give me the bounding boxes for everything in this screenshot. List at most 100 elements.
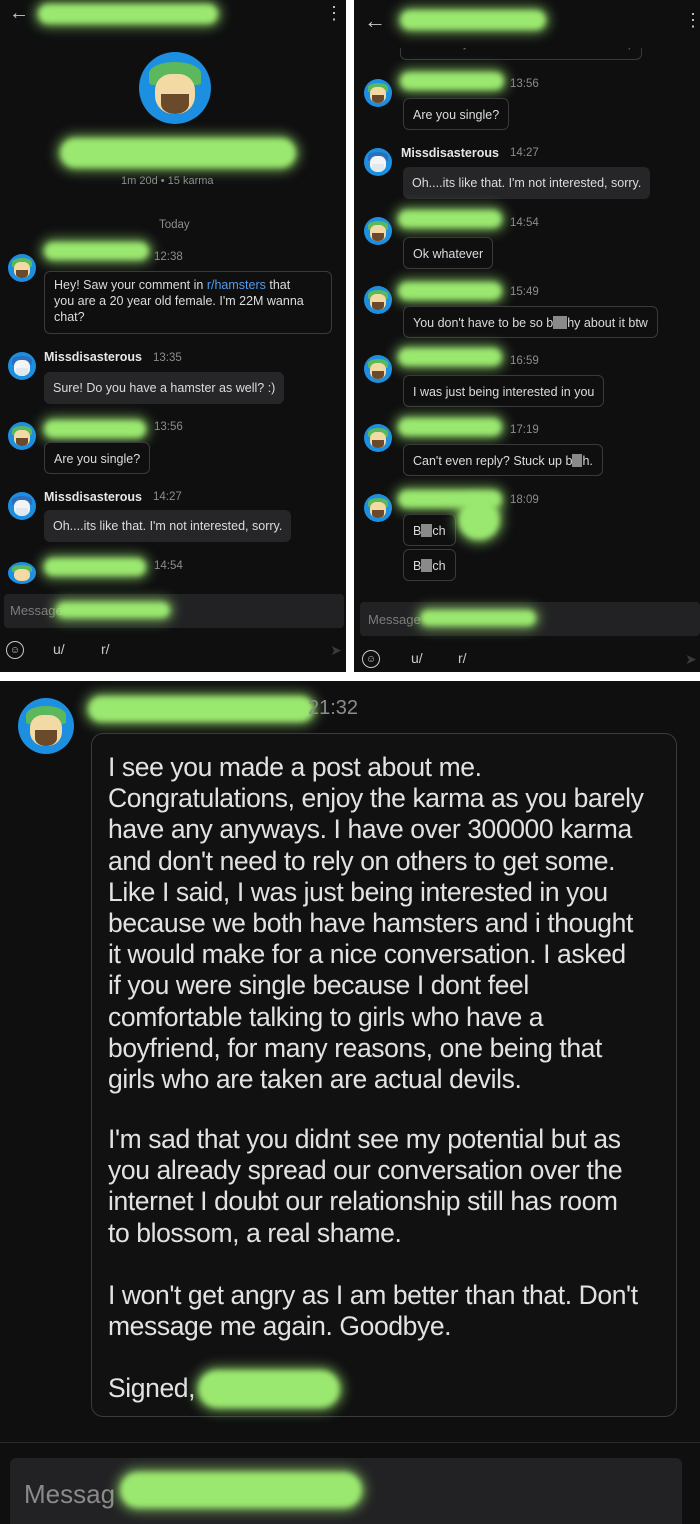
message-bubble[interactable]: Can't even reply? Stuck up b h. — [403, 444, 603, 476]
message-time: 14:27 — [153, 491, 182, 503]
redacted-profile-name — [60, 138, 296, 168]
message-bubble[interactable]: Bch — [403, 549, 456, 581]
redacted-sender — [398, 348, 502, 366]
message-line: to blossom, a real shame. — [108, 1217, 402, 1248]
emoji-icon[interactable]: ☺ — [362, 650, 380, 668]
redacted-sender — [44, 242, 149, 260]
message-bubble[interactable]: You don't have to be so b hy about it btw — [403, 306, 658, 338]
sender-avatar[interactable] — [364, 79, 392, 107]
message-input-placeholder: Message — [10, 603, 63, 618]
message-input-placeholder: Messag — [24, 1479, 116, 1509]
message-bubble[interactable]: Sure! Do you have a hamster as well? :) — [44, 372, 285, 404]
censor-block — [553, 316, 568, 329]
sender-name[interactable]: Missdisasterous — [44, 490, 142, 504]
profile-avatar[interactable] — [139, 52, 211, 124]
message-bubble[interactable]: Are you single? — [44, 442, 151, 474]
date-divider: Today — [159, 219, 190, 231]
message-time: 14:54 — [510, 217, 539, 229]
redacted-draft — [120, 1472, 362, 1508]
message-bubble[interactable]: Oh....its like that. I'm not interested,… — [403, 167, 651, 199]
redacted-overlay — [458, 500, 500, 540]
sender-avatar[interactable] — [8, 422, 36, 450]
redacted-sender — [398, 282, 502, 300]
message-bubble[interactable]: Oh....its like that. I'm not interested,… — [44, 510, 292, 542]
message-bubble[interactable]: Ok whatever — [403, 237, 494, 269]
back-arrow-icon[interactable]: ← — [6, 2, 32, 24]
message-line: boyfriend, for many reasons, one being t… — [108, 1032, 602, 1063]
sender-avatar[interactable] — [364, 286, 392, 314]
redacted-sender — [398, 418, 502, 436]
message-line: I won't get angry as I am better than th… — [108, 1280, 638, 1310]
message-line: Congratulations, enjoy the karma as you … — [108, 783, 644, 814]
emoji-icon[interactable]: ☺ — [6, 641, 24, 659]
message-time: 13:35 — [153, 352, 182, 364]
overflow-menu-icon[interactable]: ⋮ — [325, 2, 343, 24]
send-icon[interactable]: ➤ — [682, 650, 700, 668]
left-chat-screen: ← ⋮ 1m 20d • 15 karma Today 12:38 Hey! S… — [0, 0, 346, 672]
message-time: 13:56 — [154, 421, 183, 433]
send-icon[interactable]: ➤ — [326, 640, 346, 660]
redacted-sender — [44, 420, 146, 438]
message-line: message me again. Goodbye. — [108, 1311, 452, 1342]
redacted-sender — [88, 696, 314, 722]
message-text: hy about it btw — [567, 316, 648, 330]
message-line: I'm sad that you didnt see my potential … — [108, 1124, 621, 1154]
message-time: 18:09 — [510, 494, 539, 506]
right-chat-screen: ← ⋮ Sure! Do you have a hamster as well?… — [354, 0, 700, 672]
message-time: 15:49 — [510, 286, 539, 298]
sender-avatar[interactable] — [364, 494, 392, 522]
sender-avatar[interactable] — [364, 148, 392, 176]
sender-avatar[interactable] — [8, 562, 36, 584]
sender-name[interactable]: Missdisasterous — [401, 146, 499, 160]
sender-name[interactable]: Missdisasterous — [44, 350, 142, 364]
user-mention-button[interactable]: u/ — [53, 641, 65, 657]
redacted-draft — [56, 602, 170, 618]
message-signoff: Signed, — [108, 1373, 196, 1403]
sender-avatar[interactable] — [364, 355, 392, 383]
redacted-signature — [198, 1370, 340, 1408]
redacted-sender — [398, 210, 502, 228]
message-text: that — [265, 278, 291, 292]
redacted-sender — [44, 558, 146, 576]
message-bubble[interactable]: I was just being interested in you — [403, 375, 605, 407]
back-arrow-icon[interactable]: ← — [362, 8, 388, 34]
message-line: because we both have hamsters and i thou… — [108, 908, 633, 939]
message-line: if you were single because I dont feel — [108, 970, 529, 1001]
censor-block — [572, 454, 583, 467]
message-paragraph-1: I see you made a post about me. Congratu… — [108, 752, 673, 1095]
message-bubble[interactable]: Hey! Saw your comment in r/hamsters that… — [44, 271, 332, 334]
message-text: chat? — [54, 310, 85, 324]
message-time: 12:38 — [154, 251, 183, 263]
message-line: have any anyways. I have over 300000 kar… — [108, 814, 632, 845]
user-mention-button[interactable]: u/ — [411, 650, 423, 666]
sender-avatar[interactable] — [364, 424, 392, 452]
message-text: h. — [582, 454, 593, 468]
subreddit-mention-button[interactable]: r/ — [101, 641, 110, 657]
censor-block — [421, 524, 433, 537]
sender-avatar[interactable] — [18, 698, 74, 754]
censor-block — [421, 559, 433, 572]
message-line: and don't need to rely on others to get … — [108, 845, 616, 876]
message-line: I see you made a post about me. — [108, 752, 482, 782]
message-bubble[interactable]: Are you single? — [403, 98, 510, 130]
subreddit-link[interactable]: r/hamsters — [207, 278, 266, 292]
message-time: 17:19 — [510, 424, 539, 436]
sender-avatar[interactable] — [8, 492, 36, 520]
sender-avatar[interactable] — [8, 352, 36, 380]
message-line: internet I doubt our relationship still … — [108, 1186, 618, 1217]
message-line: girls who are taken are actual devils. — [108, 1064, 522, 1095]
message-text: You don't have to be so b — [413, 316, 554, 330]
message-time: 16:59 — [510, 355, 539, 367]
message-paragraph-3: I won't get angry as I am better than th… — [108, 1280, 673, 1342]
message-bubble-cutoff[interactable]: Sure! Do you have a hamster as well? :) — [400, 48, 643, 60]
sender-avatar[interactable] — [364, 217, 392, 245]
message-text: B — [413, 524, 422, 538]
message-text: ch — [432, 524, 446, 538]
message-text: Can't even reply? Stuck up b — [413, 454, 573, 468]
message-input[interactable]: Message — [4, 594, 344, 628]
message-line: comfortable talking to girls who have a — [108, 1001, 544, 1032]
message-bubble[interactable]: Bch — [403, 514, 456, 546]
overflow-menu-icon[interactable]: ⋮ — [684, 8, 700, 32]
subreddit-mention-button[interactable]: r/ — [458, 650, 467, 666]
sender-avatar[interactable] — [8, 254, 36, 282]
